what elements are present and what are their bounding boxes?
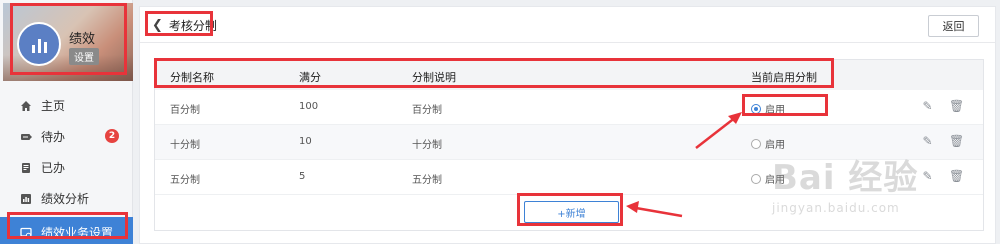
return-button[interactable]: 返回 xyxy=(928,15,979,37)
radio-selected-icon xyxy=(751,103,761,114)
sidebar-item-label: 待办 xyxy=(41,130,66,144)
table-row: 百分制 100 百分制 启用 ✎ 🗑 xyxy=(155,90,983,125)
column-header-name: 分制名称 xyxy=(170,71,214,84)
sidebar-nav: 主页 待办 2 已办 绩效分析 绩效业务设置 xyxy=(0,90,133,244)
settings-monitor-icon xyxy=(20,227,32,239)
table-header: 分制名称 满分 分制说明 当前启用分制 xyxy=(155,60,983,90)
page-header: ❮ 考核分制 返回 xyxy=(140,7,995,43)
profile-name: 绩效 xyxy=(69,32,96,47)
profile-card: 绩效 设置 xyxy=(3,3,133,81)
trash-icon[interactable]: 🗑 xyxy=(949,135,964,148)
home-icon xyxy=(20,100,32,112)
radio-label: 启用 xyxy=(765,140,785,151)
edit-icon[interactable]: ✎ xyxy=(921,135,934,148)
watermark-logo-text: Bai 经验 xyxy=(772,158,919,198)
done-icon xyxy=(20,162,32,174)
todo-icon xyxy=(20,131,32,143)
cell-full: 10 xyxy=(299,136,312,147)
edit-icon[interactable]: ✎ xyxy=(921,100,934,113)
chart-icon xyxy=(20,193,32,205)
chevron-left-icon: ❮ xyxy=(152,17,163,33)
cell-desc: 十分制 xyxy=(412,140,442,151)
sidebar: 绩效 设置 主页 待办 2 已办 绩效分析 绩效业务设置 xyxy=(0,0,133,244)
back-breadcrumb[interactable]: ❮ 考核分制 xyxy=(148,14,221,36)
todo-count-badge: 2 xyxy=(105,129,119,143)
enable-radio[interactable]: 启用 xyxy=(751,136,785,151)
sidebar-item-home[interactable]: 主页 xyxy=(0,90,133,121)
column-header-status: 当前启用分制 xyxy=(751,71,817,84)
add-button[interactable]: +新增 xyxy=(524,201,619,223)
sidebar-item-label: 绩效业务设置 xyxy=(41,226,114,240)
cell-desc: 五分制 xyxy=(412,175,442,186)
enable-radio[interactable]: 启用 xyxy=(751,101,785,116)
column-header-full: 满分 xyxy=(299,71,321,84)
trash-icon[interactable]: 🗑 xyxy=(949,100,964,113)
sidebar-item-label: 已办 xyxy=(41,161,66,175)
radio-label: 启用 xyxy=(765,105,785,116)
cell-desc: 百分制 xyxy=(412,105,442,116)
settings-tag[interactable]: 设置 xyxy=(69,48,99,65)
sidebar-item-business-settings[interactable]: 绩效业务设置 xyxy=(0,217,133,244)
sidebar-item-label: 绩效分析 xyxy=(41,192,90,206)
cell-full: 5 xyxy=(299,171,306,182)
cell-full: 100 xyxy=(299,101,319,112)
watermark-url: jingyan.baidu.com xyxy=(772,201,900,215)
radio-unselected-icon xyxy=(751,138,761,149)
chart-avatar-icon xyxy=(17,22,61,66)
baidu-watermark: Bai 经验 jingyan.baidu.com xyxy=(772,150,918,215)
sidebar-item-label: 主页 xyxy=(41,99,66,113)
cell-name: 十分制 xyxy=(170,140,200,151)
sidebar-item-done[interactable]: 已办 xyxy=(0,152,133,183)
cell-name: 五分制 xyxy=(170,175,200,186)
cell-name: 百分制 xyxy=(170,105,200,116)
sidebar-item-analysis[interactable]: 绩效分析 xyxy=(0,183,133,214)
trash-icon[interactable]: 🗑 xyxy=(949,170,964,183)
column-header-desc: 分制说明 xyxy=(412,71,456,84)
radio-unselected-icon xyxy=(751,173,761,184)
edit-icon[interactable]: ✎ xyxy=(921,170,934,183)
page-title: 考核分制 xyxy=(168,18,217,33)
sidebar-item-todo[interactable]: 待办 2 xyxy=(0,121,133,152)
